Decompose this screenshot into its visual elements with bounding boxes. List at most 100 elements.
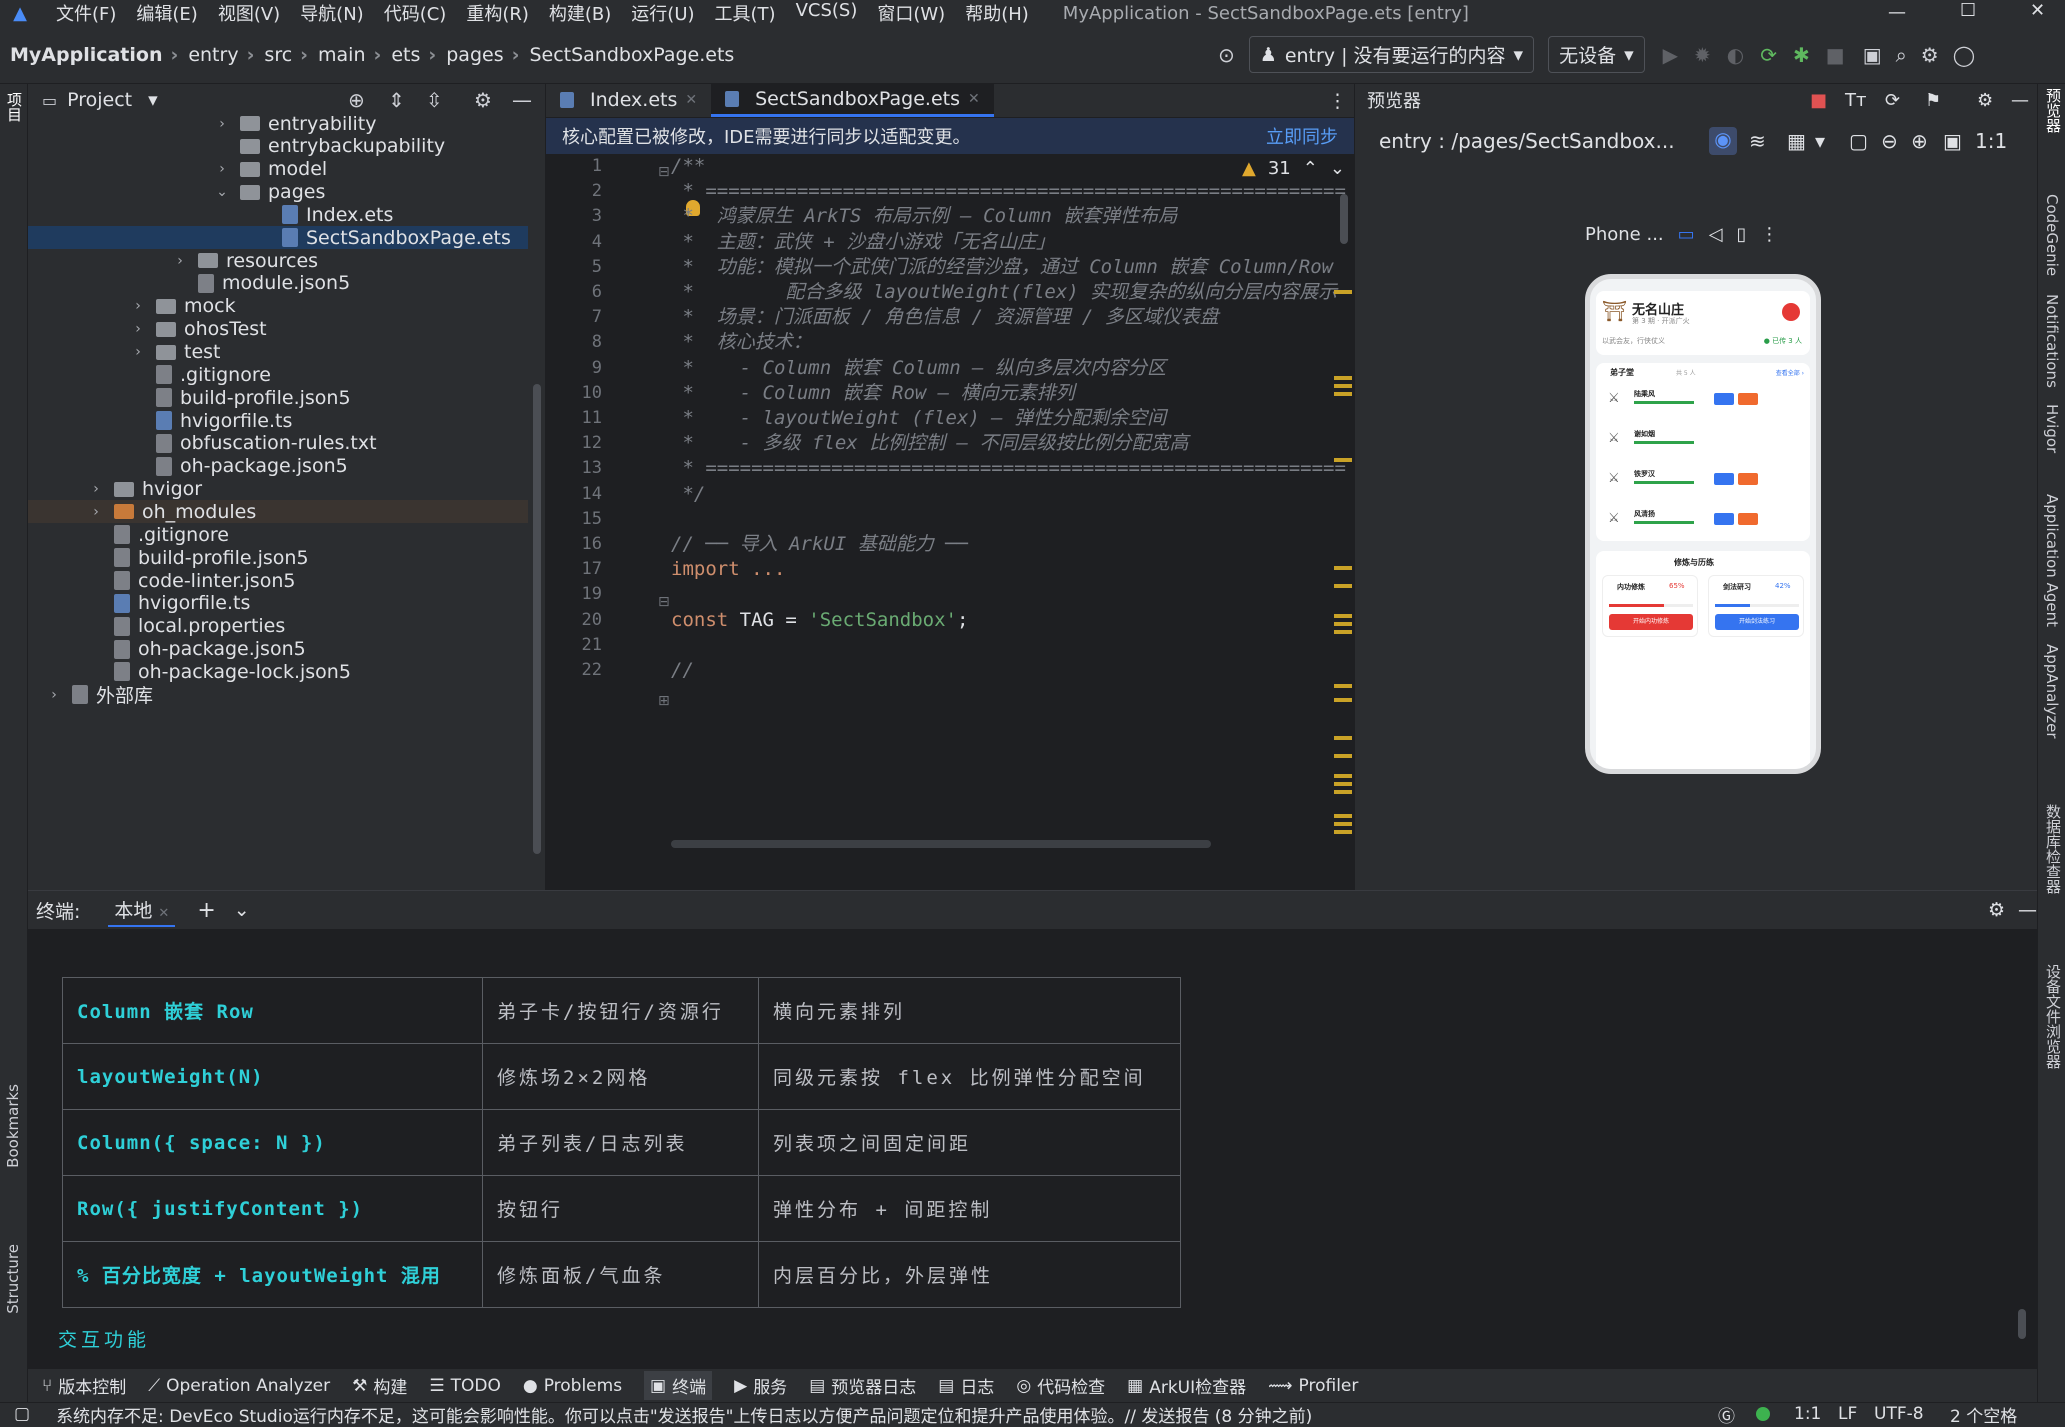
build-icon[interactable]: ✱	[1793, 43, 1810, 67]
tool-window-button[interactable]: ⚒ 构建	[352, 1373, 407, 1399]
close-icon[interactable]: ✕	[685, 92, 697, 108]
target-icon[interactable]: ⊙	[1218, 43, 1235, 67]
codegenie-icon[interactable]: Ⓖ	[1718, 1402, 1735, 1427]
settings-icon[interactable]: ⚙	[1988, 899, 2005, 921]
status-message[interactable]: 系统内存不足: DevEco Studio运行内存不足，这可能会影响性能。你可以…	[56, 1402, 1376, 1427]
disciple-action-button[interactable]	[1738, 513, 1758, 525]
terminal-tab-local[interactable]: 本地 ✕	[108, 894, 176, 927]
collapse-all-icon[interactable]: ⇳	[426, 88, 443, 112]
fit-icon[interactable]: ▣	[1943, 129, 1962, 153]
tree-item[interactable]: ›obfuscation-rules.txt	[28, 432, 528, 455]
disciple-row[interactable]: ⚔ 风清扬	[1602, 507, 1804, 541]
breadcrumb-item[interactable]: entry	[188, 44, 238, 66]
frame-icon[interactable]: ▢	[1849, 129, 1868, 153]
minimize-icon[interactable]: —	[1888, 2, 1906, 23]
menu-item[interactable]: 代码(C)	[384, 0, 447, 26]
pin-icon[interactable]: ⚑	[1925, 90, 1941, 111]
tool-window-button[interactable]: ▶ 服务	[734, 1373, 787, 1399]
train-b-button[interactable]: 开始剑法练习	[1715, 614, 1799, 630]
chevron-right-icon[interactable]: ›	[172, 253, 188, 269]
zoom-in-icon[interactable]: ⊕	[1911, 129, 1928, 153]
disciple-action-button[interactable]	[1714, 513, 1734, 525]
menu-item[interactable]: 重构(R)	[466, 0, 529, 26]
chevron-right-icon[interactable]: ›	[88, 504, 104, 520]
sync-now-link[interactable]: 立即同步	[1266, 123, 1338, 149]
breadcrumb-item[interactable]: SectSandboxPage.ets	[529, 44, 734, 66]
chevron-down-icon[interactable]: ▾	[1815, 129, 1825, 153]
account-icon[interactable]: ◯	[1953, 43, 1975, 67]
tree-item[interactable]: › test	[28, 341, 528, 364]
disciple-action-button[interactable]	[1738, 393, 1758, 405]
tree-item[interactable]: ›entrybackupability	[28, 135, 528, 158]
tree-item[interactable]: › mock	[28, 295, 528, 318]
tab-index-ets[interactable]: Index.ets ✕	[546, 83, 711, 117]
tree-item[interactable]: ›oh-package.json5	[28, 455, 528, 478]
zoom-ratio[interactable]: 1:1	[1975, 129, 2007, 153]
tree-item[interactable]: ›SectSandboxPage.ets	[28, 226, 528, 250]
back-icon[interactable]: ◁	[1709, 224, 1723, 245]
settings-icon[interactable]: ⚙	[1977, 90, 1993, 111]
close-icon[interactable]: ✕	[158, 906, 169, 921]
tool-window-button[interactable]: ☰ TODO	[429, 1376, 501, 1396]
right-tool-button[interactable]: Application Agent	[2043, 494, 2061, 627]
fold-icon[interactable]: ⊟	[658, 594, 670, 610]
sync-icon[interactable]: ⟳	[1760, 43, 1777, 67]
right-tool-button[interactable]: 预览器	[2043, 88, 2064, 133]
tree-item[interactable]: ›module.json5	[28, 272, 528, 295]
tool-window-button[interactable]: ◎ 代码检查	[1016, 1373, 1105, 1399]
more-tabs-icon[interactable]: ⋮	[1328, 90, 1347, 112]
tree-item[interactable]: ›Index.ets	[28, 203, 528, 226]
editor-scrollbar[interactable]	[1340, 194, 1348, 244]
tree-item[interactable]: ›hvigorfile.ts	[28, 409, 528, 432]
tree-item[interactable]: ›oh-package.json5	[28, 638, 528, 661]
menu-item[interactable]: 导航(N)	[300, 0, 364, 26]
disciple-action-button[interactable]	[1738, 473, 1758, 485]
rotate-icon[interactable]: ▯	[1737, 224, 1747, 245]
close-icon[interactable]: ✕	[968, 91, 980, 107]
chevron-right-icon[interactable]: ›	[130, 344, 146, 360]
chevron-down-icon[interactable]: ⌄	[234, 899, 250, 921]
chevron-down-icon[interactable]: ▾	[148, 89, 158, 111]
device-manager-icon[interactable]: ▣	[1863, 43, 1882, 67]
phone-preview[interactable]: ⛩ 无名山庄 第 3 期 · 开派广火 以武会友，行侠仗义 ● 已传 3 人 弟…	[1585, 274, 1821, 774]
disciples-link[interactable]: 查看全部 ›	[1776, 368, 1804, 377]
line-separator[interactable]: LF	[1838, 1404, 1857, 1424]
chevron-right-icon[interactable]: ›	[130, 298, 146, 314]
tool-window-button[interactable]: ⟿ Profiler	[1268, 1376, 1358, 1396]
breadcrumb-item[interactable]: pages	[446, 44, 503, 66]
debug-icon[interactable]: ✹	[1694, 43, 1711, 67]
search-icon[interactable]: ⌕	[1896, 43, 1907, 67]
tree-item[interactable]: › model	[28, 158, 528, 181]
menu-item[interactable]: VCS(S)	[796, 0, 858, 26]
chevron-down-icon[interactable]: ⌄	[214, 184, 230, 200]
disciple-action-button[interactable]	[1714, 393, 1734, 405]
zoom-out-icon[interactable]: ⊖	[1881, 129, 1898, 153]
tree-item[interactable]: › ohosTest	[28, 318, 528, 341]
run-config-select[interactable]: ♟ entry | 没有要运行的内容 ▾	[1248, 36, 1535, 73]
disciple-row[interactable]: ⚔ 铁罗汉	[1602, 467, 1804, 501]
right-tool-button[interactable]: Notifications	[2043, 294, 2061, 388]
structure-tool-button[interactable]: Structure	[4, 1244, 22, 1314]
tree-item[interactable]: ›code-linter.json5	[28, 569, 528, 592]
menu-item[interactable]: 窗口(W)	[877, 0, 945, 26]
tree-item[interactable]: › 外部库	[28, 683, 528, 707]
breadcrumb-item[interactable]: MyApplication	[10, 44, 162, 66]
tool-window-button[interactable]: ▦ ArkUI检查器	[1127, 1373, 1246, 1399]
layers-icon[interactable]: ≋	[1749, 129, 1766, 153]
chevron-right-icon[interactable]: ›	[88, 481, 104, 497]
close-icon[interactable]: ✕	[2030, 0, 2045, 21]
tree-item[interactable]: ›build-profile.json5	[28, 386, 528, 409]
project-panel-title[interactable]: Project	[67, 89, 132, 111]
tab-sectsandboxpage-ets[interactable]: SectSandboxPage.ets ✕	[711, 83, 994, 117]
tool-window-button[interactable]: ▣ 终端	[644, 1371, 713, 1400]
disciple-row[interactable]: ⚔ 陆乘风	[1602, 387, 1804, 421]
more-icon[interactable]: ⋮	[1760, 224, 1778, 245]
menu-item[interactable]: 文件(F)	[56, 0, 116, 26]
stop-icon[interactable]: ■	[1826, 43, 1845, 67]
menu-item[interactable]: 编辑(E)	[136, 0, 197, 26]
chevron-right-icon[interactable]: ›	[214, 161, 230, 177]
horizontal-scrollbar[interactable]	[671, 840, 1211, 848]
tree-item[interactable]: › resources	[28, 249, 528, 272]
hide-icon[interactable]: —	[512, 88, 532, 112]
tree-item[interactable]: ›.gitignore	[28, 523, 528, 546]
